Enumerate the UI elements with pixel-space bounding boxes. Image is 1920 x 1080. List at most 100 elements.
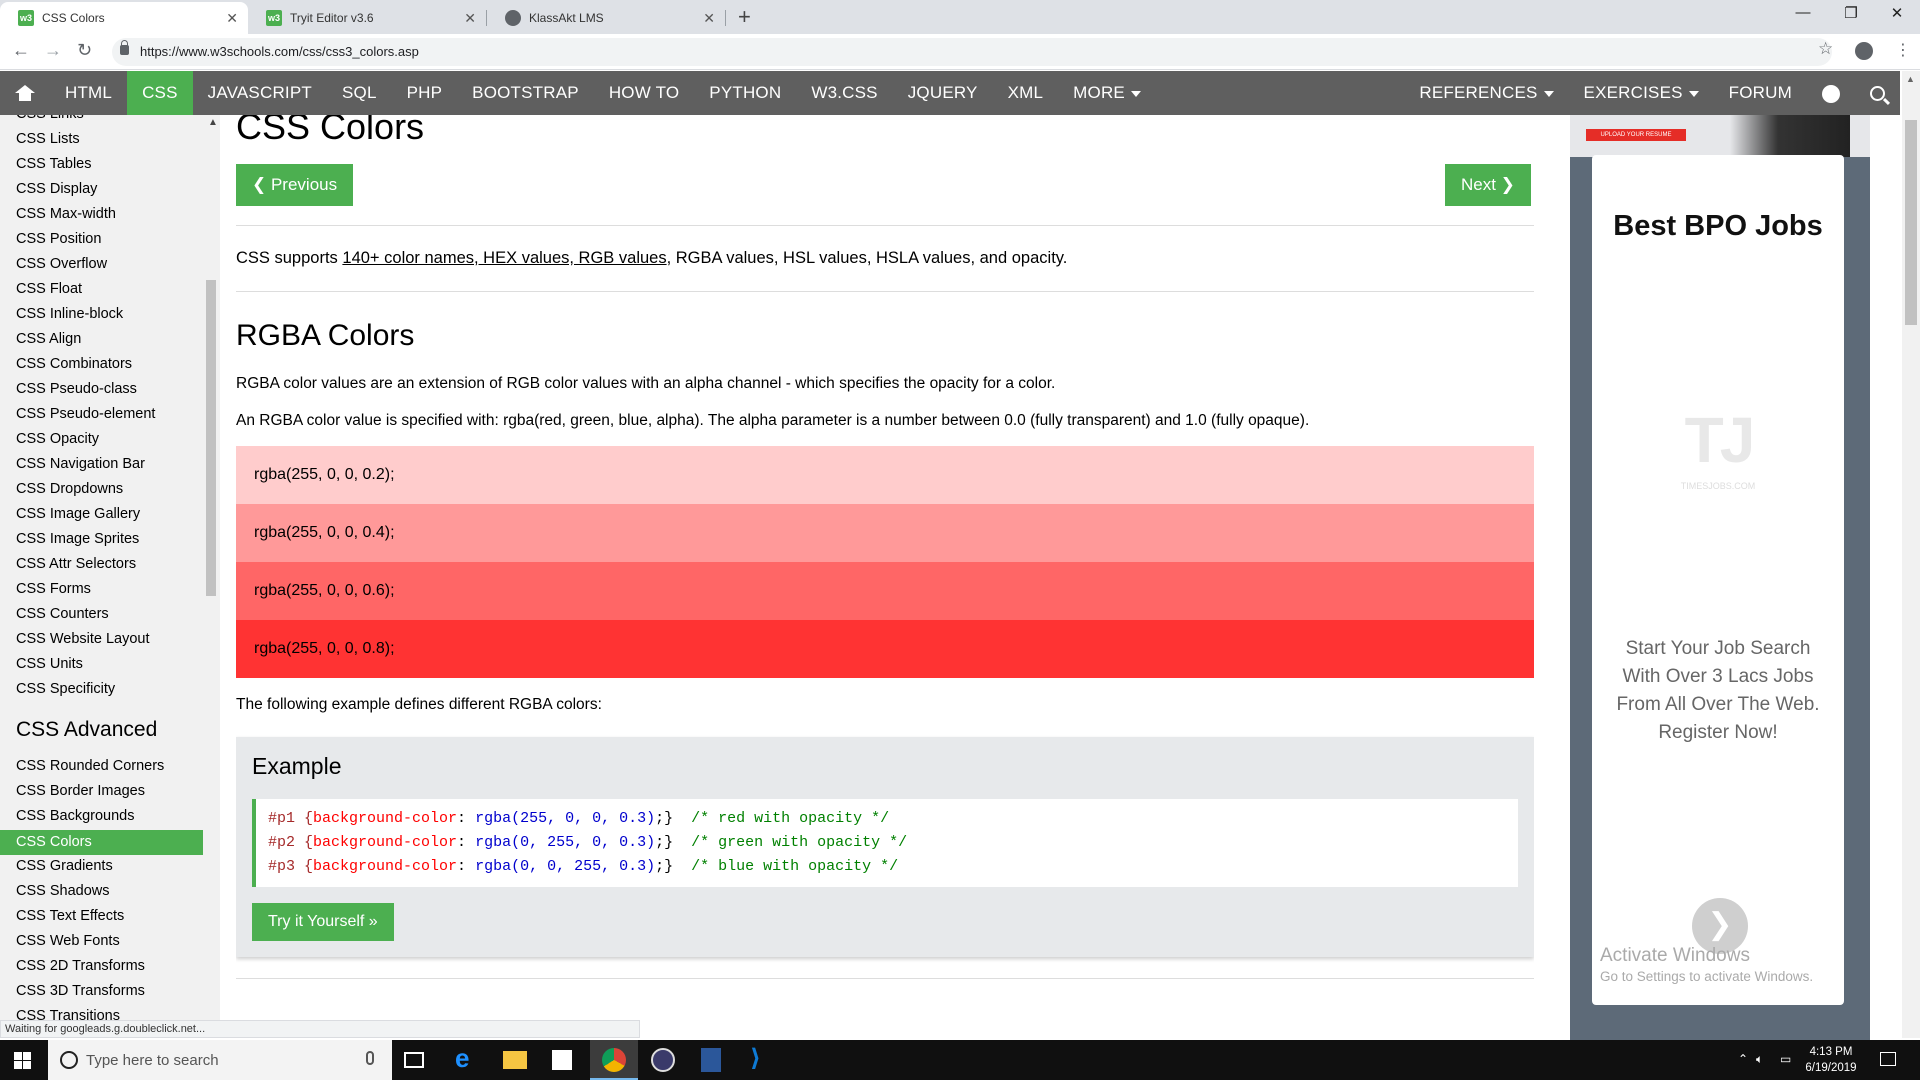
sidebar-item[interactable]: CSS Image Gallery [16, 506, 140, 522]
sidebar-scrollbar[interactable] [206, 280, 216, 596]
close-tab-icon[interactable]: ✕ [464, 10, 476, 27]
cortana-icon [60, 1051, 78, 1069]
sidebar-item[interactable]: CSS Website Layout [16, 631, 150, 647]
sidebar-item[interactable]: CSS Counters [16, 606, 109, 622]
tab-css-colors[interactable]: w3 CSS Colors ✕ [0, 2, 248, 34]
notifications-icon[interactable] [1880, 1052, 1896, 1066]
translate-button[interactable] [1807, 71, 1855, 115]
sidebar-item[interactable]: CSS Forms [16, 581, 91, 597]
sidebar-item[interactable]: CSS Float [16, 281, 82, 297]
nav-css[interactable]: CSS [127, 71, 193, 115]
nav-python[interactable]: PYTHON [694, 71, 796, 115]
system-clock[interactable]: 4:13 PM 6/19/2019 [1796, 1044, 1866, 1076]
eclipse-icon[interactable] [651, 1048, 675, 1072]
sidebar-item[interactable]: CSS Transitions [16, 1008, 120, 1020]
word-icon[interactable] [701, 1048, 721, 1072]
volume-icon[interactable]: 🔈︎ [1756, 1052, 1763, 1067]
sidebar-item[interactable]: CSS Navigation Bar [16, 456, 145, 472]
address-bar[interactable]: https://www.w3schools.com/css/css3_color… [112, 38, 1832, 66]
nav-how-to[interactable]: HOW TO [594, 71, 694, 115]
caret-down-icon [1543, 90, 1554, 97]
nav-forum[interactable]: FORUM [1714, 71, 1807, 115]
page-scrollbar-thumb[interactable] [1905, 120, 1917, 325]
ad-card[interactable]: Best BPO Jobs TJ TIMESJOBS.COM Start You… [1592, 155, 1844, 1005]
color-values-link[interactable]: 140+ color names, HEX values, RGB values [342, 249, 666, 267]
close-tab-icon[interactable]: ✕ [226, 10, 238, 27]
close-window-icon[interactable]: ✕ [1874, 4, 1920, 22]
new-tab-icon[interactable]: + [738, 4, 751, 30]
sidebar-item[interactable]: CSS Web Fonts [16, 933, 120, 949]
sidebar-item[interactable]: CSS Position [16, 231, 101, 247]
nav-exercises[interactable]: EXERCISES [1569, 71, 1714, 115]
windows-start-icon[interactable] [14, 1052, 31, 1069]
restore-icon[interactable]: ❐ [1828, 4, 1874, 22]
vscode-icon[interactable]: ⟩ [750, 1044, 774, 1072]
file-explorer-icon[interactable] [503, 1051, 527, 1069]
sidebar-item[interactable]: CSS Tables [16, 156, 92, 172]
taskbar-search-box[interactable]: Type here to search [48, 1040, 392, 1080]
microphone-icon[interactable] [366, 1051, 374, 1065]
store-icon[interactable] [552, 1050, 572, 1070]
tab-klassakt-lms[interactable]: KlassAkt LMS ✕ [487, 2, 725, 34]
sidebar-item[interactable]: CSS Border Images [16, 783, 145, 799]
close-tab-icon[interactable]: ✕ [703, 10, 715, 27]
back-icon[interactable]: ← [12, 40, 30, 61]
sidebar-item-active[interactable]: CSS Colors [0, 830, 203, 855]
network-icon[interactable]: ▭ [1780, 1052, 1791, 1066]
sidebar-item[interactable]: CSS Display [16, 181, 97, 197]
scroll-up-icon[interactable]: ▲ [208, 117, 218, 128]
sidebar-item[interactable]: CSS Pseudo-element [16, 406, 155, 422]
nav-jquery[interactable]: JQUERY [893, 71, 993, 115]
browser-menu-icon[interactable]: ⋮ [1895, 40, 1911, 60]
nav-w3-css[interactable]: W3.CSS [796, 71, 892, 115]
sidebar-item[interactable]: CSS Attr Selectors [16, 556, 136, 572]
scroll-up-icon[interactable]: ▲ [1906, 74, 1915, 84]
sidebar-item[interactable]: CSS Max-width [16, 206, 116, 222]
sidebar-item[interactable]: CSS Opacity [16, 431, 99, 447]
rgba-sample-row: rgba(255, 0, 0, 0.8); [236, 620, 1534, 678]
advertisement[interactable]: UPLOAD YOUR RESUME Best BPO Jobs TJ TIME… [1570, 115, 1870, 1040]
nav-html[interactable]: HTML [50, 71, 127, 115]
try-it-yourself-button[interactable]: Try it Yourself » [252, 903, 394, 941]
nav-php[interactable]: PHP [392, 71, 458, 115]
rgba-sample-row: rgba(255, 0, 0, 0.4); [236, 504, 1534, 562]
sidebar-item[interactable]: CSS Shadows [16, 883, 110, 899]
sidebar-item[interactable]: CSS Overflow [16, 256, 107, 272]
sidebar-item[interactable]: CSS Lists [16, 131, 80, 147]
sidebar-item[interactable]: CSS Gradients [16, 858, 113, 874]
nav-references[interactable]: REFERENCES [1404, 71, 1568, 115]
nav-more[interactable]: MORE [1058, 71, 1156, 115]
tab-tryit-editor[interactable]: w3 Tryit Editor v3.6 ✕ [248, 2, 486, 34]
reload-icon[interactable]: ↻ [77, 40, 92, 61]
forward-icon[interactable]: → [44, 40, 62, 61]
sidebar-item[interactable]: CSS Links [16, 115, 84, 122]
nav-sql[interactable]: SQL [327, 71, 392, 115]
sidebar-item[interactable]: CSS Text Effects [16, 908, 124, 924]
nav-bootstrap[interactable]: BOOTSTRAP [457, 71, 594, 115]
sidebar-item[interactable]: CSS Combinators [16, 356, 132, 372]
sidebar-item[interactable]: CSS 3D Transforms [16, 983, 145, 999]
nav-javascript[interactable]: JAVASCRIPT [193, 71, 327, 115]
sidebar-item[interactable]: CSS Units [16, 656, 83, 672]
chrome-icon[interactable] [602, 1048, 626, 1072]
bookmark-star-icon[interactable]: ☆ [1818, 39, 1833, 59]
sidebar-item[interactable]: CSS Inline-block [16, 306, 123, 322]
next-button[interactable]: Next ❯ [1445, 164, 1531, 206]
sidebar-item[interactable]: CSS Specificity [16, 681, 115, 697]
sidebar-item[interactable]: CSS Backgrounds [16, 808, 134, 824]
home-button[interactable] [0, 71, 50, 115]
sidebar-item[interactable]: CSS Pseudo-class [16, 381, 137, 397]
task-view-icon[interactable] [404, 1052, 424, 1068]
sidebar-item[interactable]: CSS 2D Transforms [16, 958, 145, 974]
nav-xml[interactable]: XML [993, 71, 1059, 115]
search-button[interactable] [1855, 71, 1900, 115]
sidebar-item[interactable]: CSS Rounded Corners [16, 758, 164, 774]
previous-button[interactable]: ❮ Previous [236, 164, 354, 206]
edge-icon[interactable]: e [455, 1043, 479, 1073]
profile-avatar-icon[interactable] [1855, 42, 1873, 60]
sidebar-item[interactable]: CSS Dropdowns [16, 481, 123, 497]
tray-overflow-icon[interactable]: ⌃ [1738, 1052, 1748, 1066]
minimize-icon[interactable]: — [1780, 4, 1826, 21]
sidebar-item[interactable]: CSS Image Sprites [16, 531, 139, 547]
sidebar-item[interactable]: CSS Align [16, 331, 81, 347]
